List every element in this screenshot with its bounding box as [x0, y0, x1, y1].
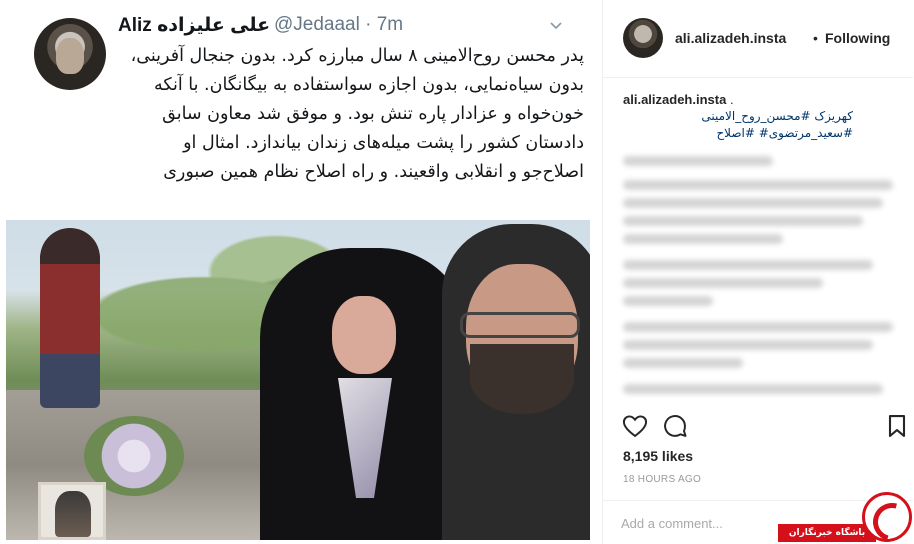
tweet-display-name: Aliz علی علیزاده [118, 15, 271, 36]
watermark-label: باشگاه خبرنگاران [778, 524, 876, 542]
add-comment-input[interactable] [621, 513, 781, 533]
tweet-avatar [34, 18, 106, 90]
instagram-panel: ali.alizadeh.insta • Following ali.aliza… [602, 0, 914, 544]
post-photo [6, 220, 590, 540]
post-view: Aliz علی علیزاده @Jedaaal · 7m پدر محسن … [0, 0, 914, 544]
post-actions [603, 408, 913, 444]
likes-count[interactable]: 8,195 likes [623, 448, 693, 464]
chevron-down-icon [546, 16, 566, 36]
tweet-card: Aliz علی علیزاده @Jedaaal · 7m پدر محسن … [0, 0, 602, 219]
caption-text: . [729, 92, 734, 107]
comment-icon[interactable] [661, 412, 689, 440]
username-link[interactable]: ali.alizadeh.insta [675, 30, 786, 46]
caption-hashtags[interactable]: کهریزک #محسن_روح_الامینی #سعید_مرتضوی# #… [623, 108, 853, 142]
tweet-body: پدر محسن روح‌الامینی ۸ سال مبارزه کرد. ب… [130, 46, 584, 182]
bookmark-icon[interactable] [883, 412, 911, 440]
caption-username[interactable]: ali.alizadeh.insta [623, 92, 726, 107]
following-button[interactable]: Following [825, 30, 890, 46]
caption: ali.alizadeh.insta . [623, 92, 901, 108]
avatar[interactable] [623, 18, 663, 58]
post-header: ali.alizadeh.insta • Following [603, 0, 913, 78]
news-agency-watermark: باشگاه خبرنگاران [778, 488, 914, 544]
tweet-handle: @Jedaaal · 7m [274, 14, 404, 35]
separator-dot: • [813, 30, 818, 46]
blurred-comments [623, 150, 903, 408]
heart-icon[interactable] [621, 412, 649, 440]
watermark-logo-icon [862, 492, 912, 542]
post-timestamp: 18 HOURS AGO [623, 474, 702, 485]
